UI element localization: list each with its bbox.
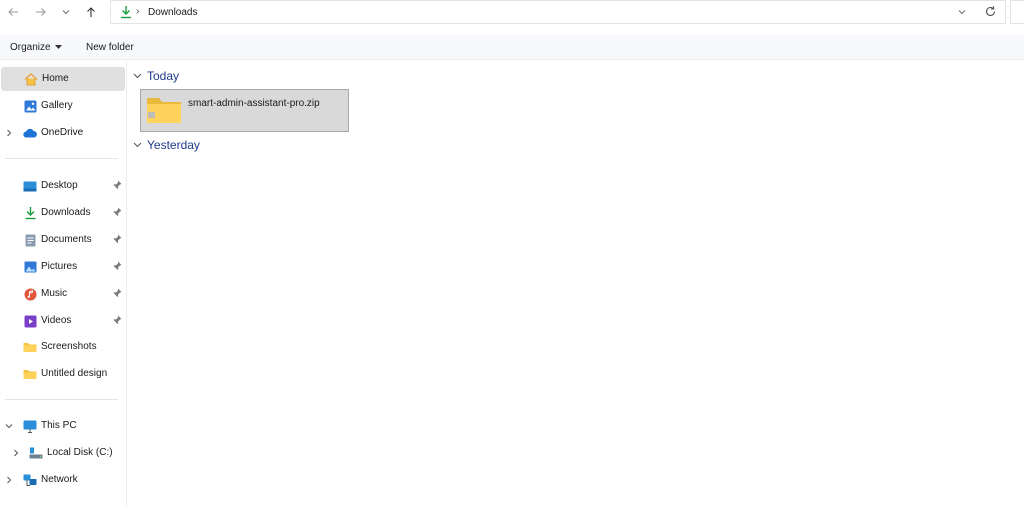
arrow-up-icon [87,7,95,17]
caret-down-icon [54,45,62,49]
sidebar-item-label: Gallery [41,100,73,111]
up-button[interactable] [83,4,99,20]
pin-icon [113,234,122,246]
file-item[interactable]: smart-admin-assistant-pro.zip [140,89,349,132]
divider [5,399,118,400]
new-folder-label: New folder [86,42,134,53]
sidebar-item-network[interactable]: Network [0,468,126,492]
sidebar-item-local-disk[interactable]: Local Disk (C:) [0,441,126,465]
sidebar-item-music[interactable]: Music [0,282,126,306]
video-icon [23,314,37,328]
arrow-right-icon [36,8,46,16]
sidebar-item-label: OneDrive [41,127,84,138]
zip-folder-icon [146,95,182,128]
breadcrumb-downloads[interactable]: Downloads [148,7,197,18]
music-icon [23,287,37,301]
sidebar-item-downloads[interactable]: Downloads [0,201,126,225]
sidebar-item-pictures[interactable]: Pictures [0,255,126,279]
chevron-right-icon[interactable] [4,128,14,138]
address-bar[interactable]: › Downloads [110,0,1006,24]
organize-label: Organize [10,42,51,53]
group-header-today[interactable]: Today [133,69,179,83]
sidebar-item-desktop[interactable]: Desktop [0,174,126,198]
address-toolbar: › Downloads [0,0,1024,24]
desktop-icon [23,179,37,193]
pin-icon [113,288,122,300]
back-button[interactable] [5,4,21,20]
chevron-down-icon [62,10,70,15]
chevron-down-icon [133,142,142,148]
folder-icon [23,340,37,354]
sidebar-item-home[interactable]: Home [1,67,125,91]
sidebar-item-label: Local Disk (C:) [47,447,113,458]
divider [5,158,118,159]
sidebar-item-label: Network [41,474,78,485]
group-label: Yesterday [147,138,200,152]
sidebar-item-onedrive[interactable]: OneDrive [0,121,126,145]
pictures-icon [23,260,37,274]
chevron-down-icon [958,10,966,15]
sidebar-item-label: Music [41,288,68,299]
chevron-right-icon[interactable] [4,475,14,485]
chevron-down-icon [133,73,142,79]
sidebar-item-documents[interactable]: Documents [0,228,126,252]
computer-icon [23,419,37,433]
sidebar-item-videos[interactable]: Videos [0,309,126,333]
drive-icon [29,446,43,460]
file-name: smart-admin-assistant-pro.zip [188,98,320,109]
sidebar-item-label: Downloads [41,207,91,218]
sidebar-item-label: Untitled design [41,368,108,379]
network-icon [23,473,37,487]
group-header-yesterday[interactable]: Yesterday [133,138,200,152]
sidebar-item-untitled-design[interactable]: Untitled design [0,362,126,386]
chevron-down-icon[interactable] [4,421,14,431]
pin-icon [113,315,122,327]
arrow-left-icon [8,8,18,16]
download-icon [23,206,37,220]
pin-icon [113,261,122,273]
command-bar: Organize New folder [0,35,1024,60]
sidebar-item-label: Screenshots [41,341,97,352]
address-history-button[interactable] [957,7,967,20]
sidebar-item-this-pc[interactable]: This PC [0,414,126,438]
sidebar-item-label: Home [42,73,69,84]
cloud-icon [23,126,37,140]
sidebar-item-label: Pictures [41,261,78,272]
sidebar-item-label: Documents [41,234,92,245]
gallery-icon [23,99,37,113]
navigation-pane: Home Gallery OneDrive Desktop Downloads [0,61,127,507]
group-label: Today [147,69,180,83]
sidebar-item-gallery[interactable]: Gallery [0,94,126,118]
refresh-icon [985,6,996,16]
search-box[interactable] [1010,0,1024,24]
download-icon [119,5,133,22]
chevron-right-icon[interactable] [11,448,21,458]
organize-button[interactable]: Organize [10,42,62,53]
recent-locations-button[interactable] [58,4,74,20]
forward-button[interactable] [33,4,49,20]
sidebar-item-label: Videos [41,315,72,326]
pin-icon [113,207,122,219]
document-icon [23,233,37,247]
new-folder-button[interactable]: New folder [86,42,134,53]
sidebar-item-label: Desktop [41,180,78,191]
folder-icon [23,367,37,381]
sidebar-item-label: This PC [41,420,77,431]
refresh-button[interactable] [984,5,997,21]
sidebar-item-screenshots[interactable]: Screenshots [0,335,126,359]
breadcrumb-separator: › [136,6,140,17]
pin-icon [113,180,122,192]
home-icon [24,72,38,86]
